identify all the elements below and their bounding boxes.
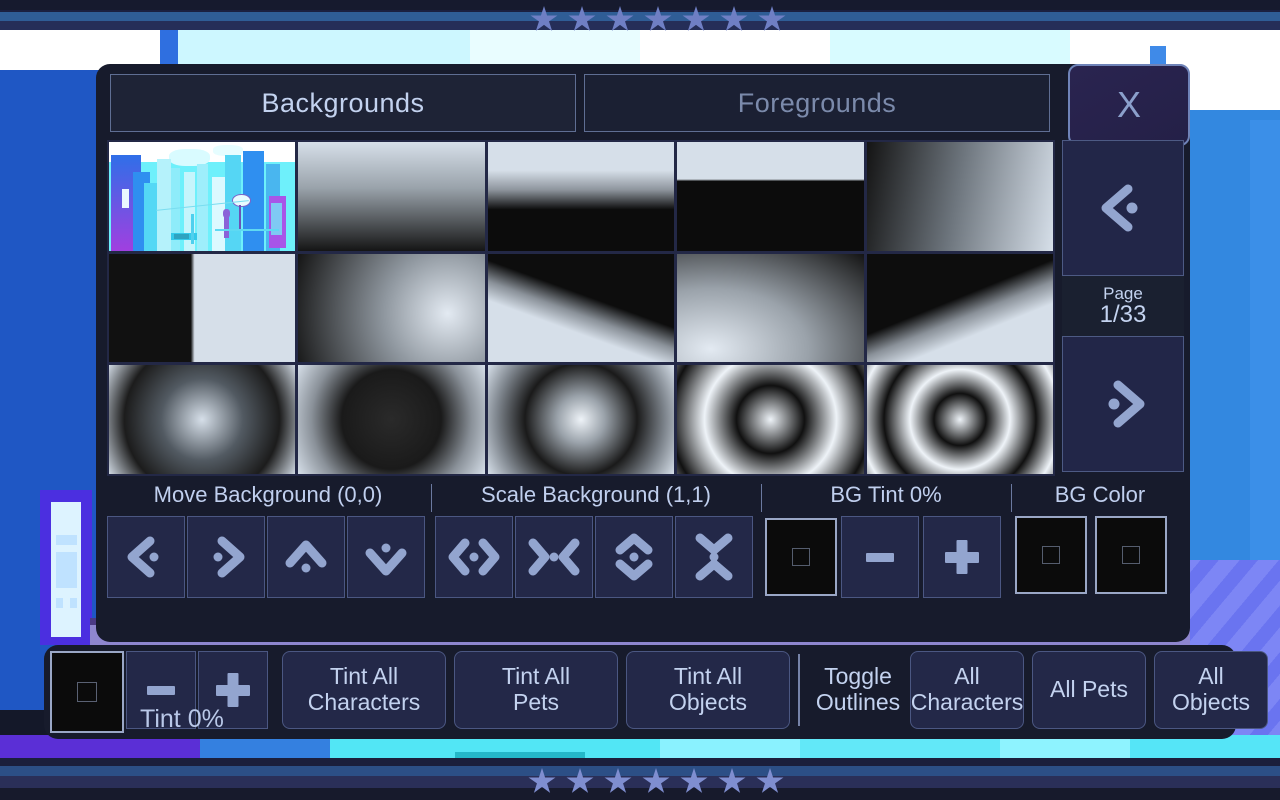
tint-all-characters-line1: Tint All (330, 664, 398, 690)
all-characters-line2: Characters (911, 690, 1023, 716)
tint-all-objects-line2: Objects (669, 690, 747, 716)
chevron-down-dot-icon (360, 531, 412, 583)
thumbnail-gradient-7[interactable] (488, 254, 674, 363)
all-pets-line1: All Pets (1050, 677, 1128, 703)
chevron-up-dot-icon (280, 531, 332, 583)
tint-percent-label: Tint 0% (140, 705, 224, 734)
thumbnail-radial-4[interactable] (677, 365, 863, 474)
tab-row: Backgrounds Foregrounds (110, 74, 1050, 132)
bg-tint-title: BG Tint 0% (765, 482, 1007, 508)
background-picker-modal: Backgrounds Foregrounds X (96, 64, 1190, 642)
bg-color-title: BG Color (1015, 482, 1185, 508)
scale-wider-button[interactable] (435, 516, 513, 598)
next-page-button[interactable] (1062, 336, 1184, 472)
group-divider-1 (431, 484, 432, 512)
scale-narrower-button[interactable] (515, 516, 593, 598)
bg-tint-color-swatch[interactable] (765, 518, 837, 596)
thumbnail-radial-1[interactable] (109, 365, 295, 474)
toolbar-divider (798, 654, 800, 726)
bg-tint-plus-button[interactable] (923, 516, 1001, 598)
move-background-group: Move Background (0,0) (107, 482, 429, 630)
tint-color-swatch[interactable] (50, 651, 124, 733)
scale-shorter-button[interactable] (675, 516, 753, 598)
tint-all-characters-button[interactable]: Tint All Characters (282, 651, 446, 729)
close-icon: X (1117, 84, 1141, 126)
move-left-button[interactable] (107, 516, 185, 598)
expand-horizontal-icon (448, 531, 500, 583)
close-button[interactable]: X (1068, 64, 1190, 146)
tab-backgrounds[interactable]: Backgrounds (110, 74, 576, 132)
plus-icon (939, 534, 985, 580)
bg-tint-minus-button[interactable] (841, 516, 919, 598)
thumbnail-grid (107, 140, 1055, 476)
chevron-right-icon (1092, 373, 1154, 435)
scale-background-group: Scale Background (1,1) (435, 482, 757, 630)
tint-all-objects-button[interactable]: Tint All Objects (626, 651, 790, 729)
scale-background-title: Scale Background (1,1) (435, 482, 757, 508)
thumbnail-gradient-2[interactable] (488, 142, 674, 251)
pagination-sidebar: Page 1/33 (1062, 140, 1184, 476)
all-pets-button[interactable]: All Pets (1032, 651, 1146, 729)
all-characters-line1: All (954, 664, 980, 690)
thumbnail-gradient-1[interactable] (298, 142, 484, 251)
building-left-ledge-2 (0, 52, 170, 62)
bg-color-swatch-a[interactable] (1015, 516, 1087, 594)
group-divider-3 (1011, 484, 1012, 512)
building-left-ledge-1 (0, 36, 170, 48)
thumbnail-gradient-5[interactable] (109, 254, 295, 363)
group-divider-2 (761, 484, 762, 512)
bg-tint-group: BG Tint 0% (765, 482, 1007, 630)
tint-all-objects-line1: Tint All (674, 664, 742, 690)
all-objects-button[interactable]: All Objects (1154, 651, 1268, 729)
all-objects-line1: All (1198, 664, 1224, 690)
tint-all-pets-button[interactable]: Tint All Pets (454, 651, 618, 729)
chevron-right-dot-icon (200, 531, 252, 583)
top-star-row (530, 6, 786, 33)
collapse-vertical-icon (688, 531, 740, 583)
thumbnail-gradient-9[interactable] (867, 254, 1053, 363)
toggle-outlines-line2: Outlines (816, 690, 900, 716)
thumbnail-gradient-3[interactable] (677, 142, 863, 251)
move-up-button[interactable] (267, 516, 345, 598)
toggle-outlines-button[interactable]: Toggle Outlines (808, 651, 908, 729)
scale-taller-button[interactable] (595, 516, 673, 598)
minus-icon (857, 534, 903, 580)
move-right-button[interactable] (187, 516, 265, 598)
tab-foregrounds-label: Foregrounds (738, 88, 897, 119)
move-down-button[interactable] (347, 516, 425, 598)
thumbnail-gradient-8[interactable] (677, 254, 863, 363)
page-word: Page (1103, 285, 1143, 302)
thumbnail-city-skyline[interactable] (109, 142, 295, 251)
bottom-toolbar-inner: Tint All Characters Tint All Pets Tint A… (50, 651, 1268, 733)
collapse-horizontal-icon (528, 531, 580, 583)
tint-all-characters-line2: Characters (308, 690, 420, 716)
bg-color-swatch-b[interactable] (1095, 516, 1167, 594)
tab-backgrounds-label: Backgrounds (261, 88, 424, 119)
chevron-left-dot-icon (120, 531, 172, 583)
thumbnail-radial-3[interactable] (488, 365, 674, 474)
toggle-outlines-line1: Toggle (824, 664, 892, 690)
tint-all-pets-line2: Pets (513, 690, 559, 716)
control-bar: Move Background (0,0) (107, 482, 1184, 630)
all-characters-button[interactable]: All Characters (910, 651, 1024, 729)
expand-vertical-icon (608, 531, 660, 583)
chevron-left-icon (1092, 177, 1154, 239)
thumbnail-radial-2[interactable] (298, 365, 484, 474)
page-value: 1/33 (1100, 303, 1147, 327)
thumbnail-radial-5[interactable] (867, 365, 1053, 474)
thumbnail-gradient-4[interactable] (867, 142, 1053, 251)
move-background-title: Move Background (0,0) (107, 482, 429, 508)
bg-color-group: BG Color (1015, 482, 1185, 630)
previous-page-button[interactable] (1062, 140, 1184, 276)
kiosk-sprite (40, 490, 92, 645)
tint-all-pets-line1: Tint All (502, 664, 570, 690)
tab-foregrounds[interactable]: Foregrounds (584, 74, 1050, 132)
page-indicator: Page 1/33 (1062, 276, 1184, 336)
bottom-star-row (528, 768, 784, 795)
thumbnail-gradient-6[interactable] (298, 254, 484, 363)
all-objects-line2: Objects (1172, 690, 1250, 716)
